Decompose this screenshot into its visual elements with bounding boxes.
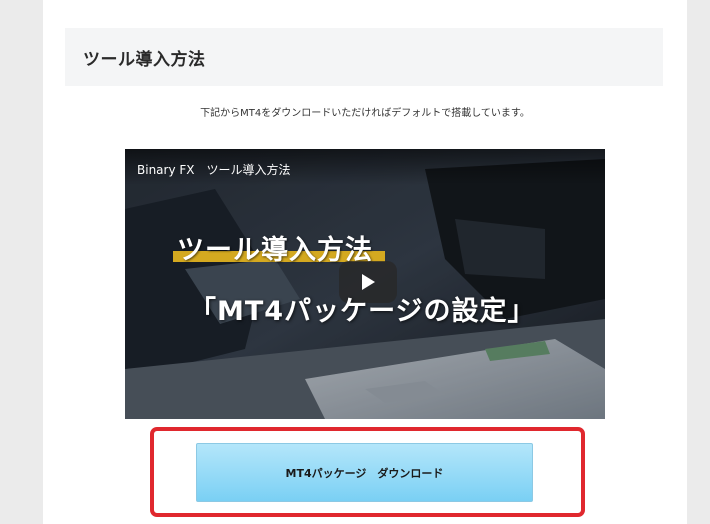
section-header: ツール導入方法 <box>65 28 663 86</box>
play-icon <box>362 274 375 290</box>
download-button[interactable]: MT4パッケージ ダウンロード <box>196 443 533 502</box>
page-card: ツール導入方法 下記からMT4をダウンロードいただければデフォルトで搭載していま… <box>43 0 687 524</box>
video-player[interactable]: Binary FX ツール導入方法 ツール導入方法 「MT4パッケージの設定」 <box>125 149 605 419</box>
video-subheading: 「MT4パッケージの設定」 <box>189 296 536 327</box>
video-title[interactable]: Binary FX ツール導入方法 <box>137 161 291 178</box>
intro-text: 下記からMT4をダウンロードいただければデフォルトで搭載しています。 <box>200 108 530 119</box>
section-title: ツール導入方法 <box>83 50 206 70</box>
